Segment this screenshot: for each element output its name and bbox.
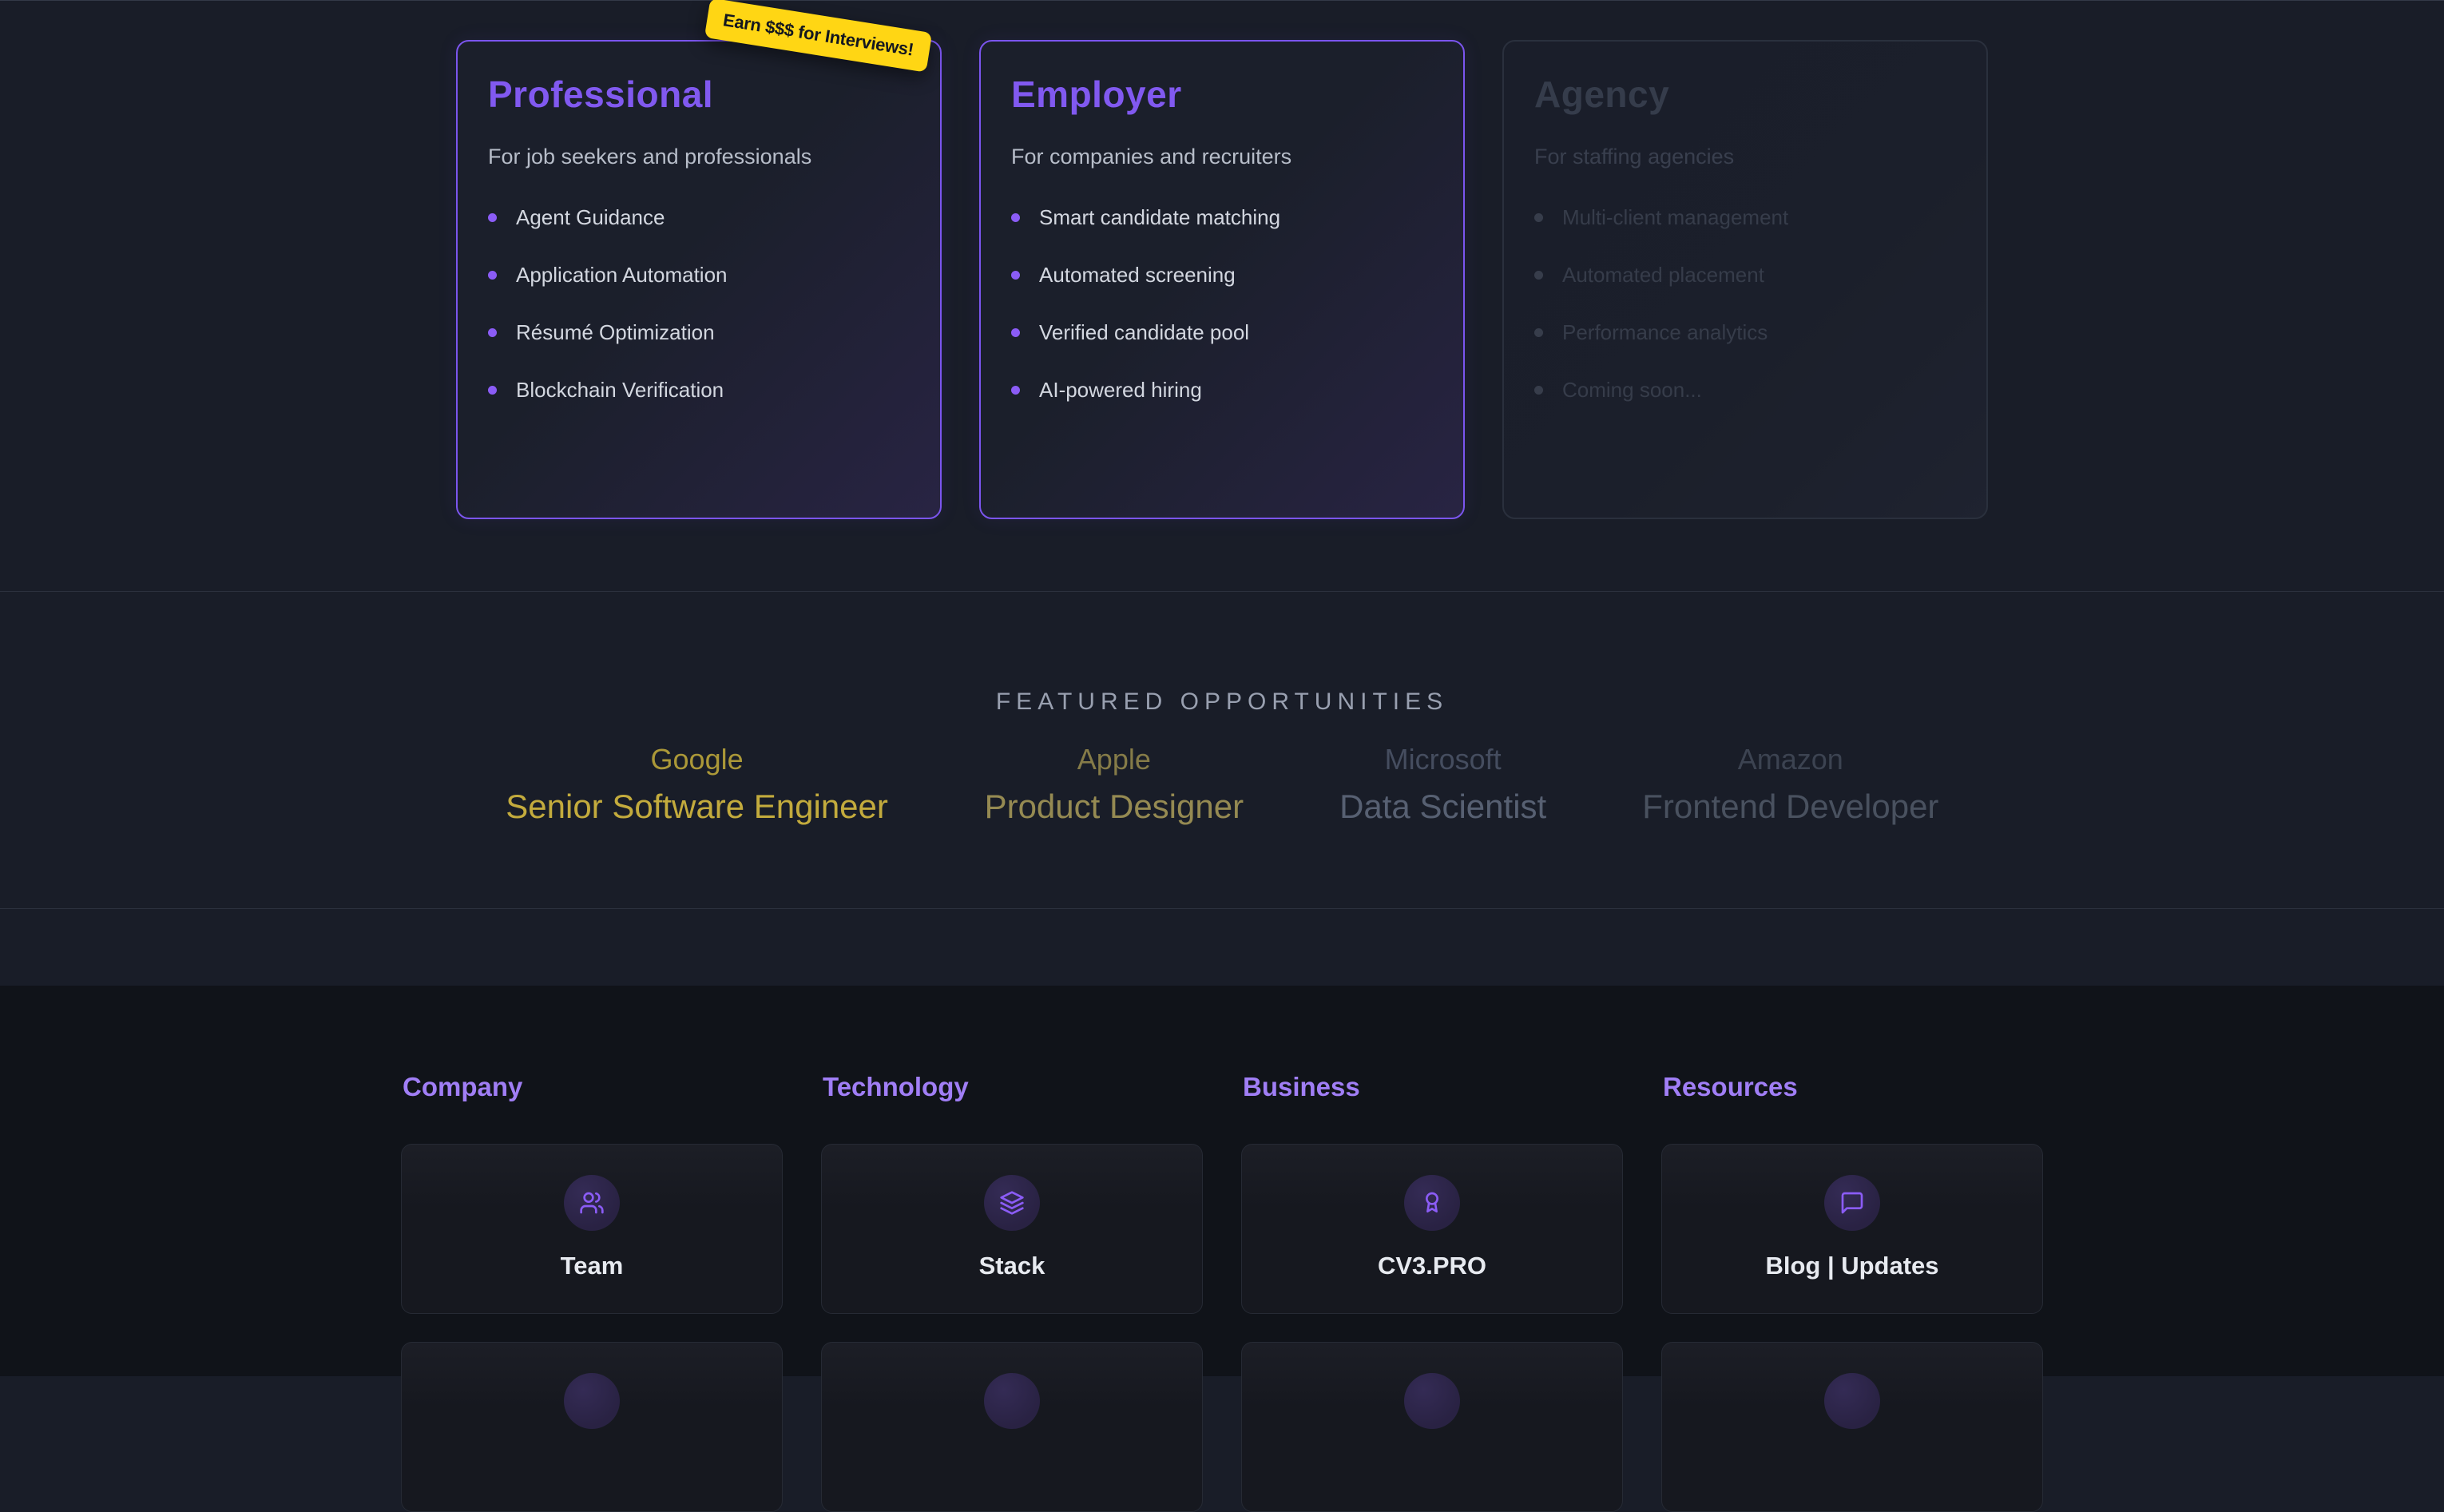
footer-card-label: Stack [979, 1252, 1045, 1280]
featured-heading: FEATURED OPPORTUNITIES [0, 688, 2444, 716]
award-icon [1404, 1175, 1460, 1231]
footer-card-label: Team [561, 1252, 624, 1280]
job-role: Product Designer [985, 787, 1244, 827]
plans-row: Professional For job seekers and profess… [0, 1, 2444, 519]
footer-card-partial[interactable] [401, 1342, 783, 1512]
footer-card-blog[interactable]: Blog | Updates [1661, 1144, 2043, 1314]
bullet-icon [488, 213, 497, 222]
plan-subtitle: For companies and recruiters [1011, 141, 1433, 173]
footer-columns: Company Team Technology Stack [0, 1072, 2444, 1512]
bullet-icon [1011, 271, 1020, 280]
plan-subtitle: For job seekers and professionals [488, 141, 910, 173]
users-icon [564, 1175, 620, 1231]
plan-feature: Smart candidate matching [1011, 189, 1433, 246]
job-company: Microsoft [1339, 742, 1546, 777]
footer-card-partial[interactable] [821, 1342, 1203, 1512]
plan-feature: Multi-client management [1534, 189, 1956, 246]
spacer-strip [0, 909, 2444, 986]
plan-feature: Résumé Optimization [488, 304, 910, 361]
footer-col-technology: Technology Stack [821, 1072, 1203, 1512]
footer-card-label: Blog | Updates [1765, 1252, 1938, 1280]
footer-card-partial[interactable] [1241, 1342, 1623, 1512]
plan-feature: Application Automation [488, 246, 910, 304]
bullet-icon [488, 271, 497, 280]
icon-circle [564, 1373, 620, 1429]
job-company: Amazon [1642, 742, 1938, 777]
footer-col-business: Business CV3.PRO [1241, 1072, 1623, 1512]
plan-feature: Automated placement [1534, 246, 1956, 304]
plan-feature-label: Agent Guidance [516, 205, 665, 230]
plan-feature-label: AI-powered hiring [1039, 378, 1202, 403]
bullet-icon [1011, 386, 1020, 395]
job-item-amazon[interactable]: Amazon Frontend Developer [1642, 742, 1938, 827]
plan-title: Professional [488, 72, 910, 117]
plan-title: Employer [1011, 72, 1433, 117]
footer-col-heading: Business [1243, 1072, 1623, 1102]
job-role: Data Scientist [1339, 787, 1546, 827]
job-item-microsoft[interactable]: Microsoft Data Scientist [1339, 742, 1546, 827]
plan-feature-label: Automated screening [1039, 263, 1236, 288]
footer-col-heading: Resources [1663, 1072, 2043, 1102]
footer-card-cv3pro[interactable]: CV3.PRO [1241, 1144, 1623, 1314]
bullet-icon [1534, 328, 1543, 337]
plan-feature-label: Résumé Optimization [516, 320, 715, 345]
job-role: Frontend Developer [1642, 787, 1938, 827]
plan-card-professional[interactable]: Professional For job seekers and profess… [456, 40, 942, 519]
plan-feature-label: Verified candidate pool [1039, 320, 1249, 345]
plan-feature: Performance analytics [1534, 304, 1956, 361]
plan-feature-label: Blockchain Verification [516, 378, 724, 403]
featured-opportunities-section: FEATURED OPPORTUNITIES Google Senior Sof… [0, 592, 2444, 909]
icon-circle [984, 1373, 1040, 1429]
footer-col-heading: Company [403, 1072, 783, 1102]
jobs-carousel: Google Senior Software Engineer Apple Pr… [0, 742, 2444, 827]
footer-card-partial[interactable] [1661, 1342, 2043, 1512]
plan-feature-label: Automated placement [1562, 263, 1764, 288]
footer-card-label: CV3.PRO [1378, 1252, 1486, 1280]
plan-feature: Blockchain Verification [488, 361, 910, 419]
job-company: Google [506, 742, 889, 777]
footer-col-resources: Resources Blog | Updates [1661, 1072, 2043, 1512]
job-company: Apple [985, 742, 1244, 777]
footer: Company Team Technology Stack [0, 986, 2444, 1376]
job-item-apple[interactable]: Apple Product Designer [985, 742, 1244, 827]
footer-card-stack[interactable]: Stack [821, 1144, 1203, 1314]
plan-title: Agency [1534, 72, 1956, 117]
bullet-icon [488, 328, 497, 337]
plan-feature-label: Multi-client management [1562, 205, 1788, 230]
plan-feature-label: Performance analytics [1562, 320, 1768, 345]
plan-feature-label: Smart candidate matching [1039, 205, 1280, 230]
bullet-icon [1011, 328, 1020, 337]
chat-icon [1824, 1175, 1880, 1231]
plan-feature-label: Application Automation [516, 263, 728, 288]
job-role: Senior Software Engineer [506, 787, 889, 827]
bullet-icon [1534, 271, 1543, 280]
bullet-icon [1011, 213, 1020, 222]
bullet-icon [1534, 213, 1543, 222]
icon-circle [1824, 1373, 1880, 1429]
icon-circle [1404, 1373, 1460, 1429]
plan-feature-list: Multi-client management Automated placem… [1534, 189, 1956, 419]
footer-card-team[interactable]: Team [401, 1144, 783, 1314]
bullet-icon [488, 386, 497, 395]
plan-feature-label: Coming soon... [1562, 378, 1702, 403]
plan-feature: Agent Guidance [488, 189, 910, 246]
bullet-icon [1534, 386, 1543, 395]
layers-icon [984, 1175, 1040, 1231]
plan-card-employer[interactable]: Employer For companies and recruiters Sm… [979, 40, 1465, 519]
plan-card-agency: Agency For staffing agencies Multi-clien… [1502, 40, 1988, 519]
job-item-google[interactable]: Google Senior Software Engineer [506, 742, 889, 827]
plan-subtitle: For staffing agencies [1534, 141, 1956, 173]
plan-feature-list: Agent Guidance Application Automation Ré… [488, 189, 910, 419]
plan-feature: Verified candidate pool [1011, 304, 1433, 361]
plan-feature: Automated screening [1011, 246, 1433, 304]
footer-col-company: Company Team [401, 1072, 783, 1512]
plans-section: Earn $$$ for Interviews! Professional Fo… [0, 0, 2444, 592]
plan-feature: Coming soon... [1534, 361, 1956, 419]
plan-feature-list: Smart candidate matching Automated scree… [1011, 189, 1433, 419]
plan-feature: AI-powered hiring [1011, 361, 1433, 419]
footer-col-heading: Technology [823, 1072, 1203, 1102]
